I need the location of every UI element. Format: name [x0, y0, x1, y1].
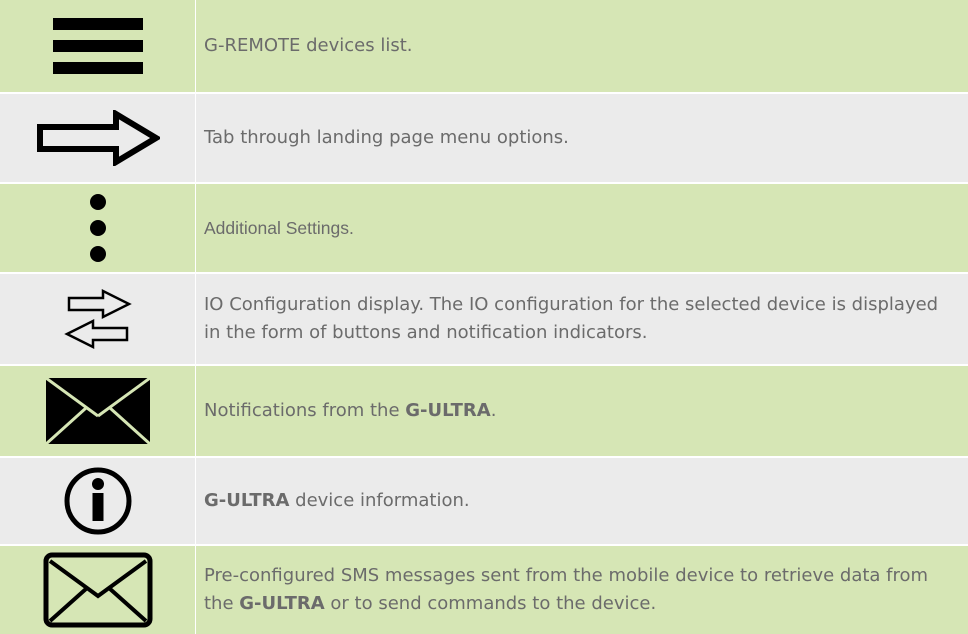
row-description: Tab through landing page menu options.	[195, 94, 968, 182]
info-circle-icon	[64, 467, 131, 535]
table-row: IO Configuration display. The IO configu…	[0, 274, 968, 364]
table-row: Pre-configured SMS messages sent from th…	[0, 546, 968, 634]
row-description: G-REMOTE devices list.	[195, 0, 968, 92]
text-after: device information.	[289, 490, 470, 511]
product-name: G-ULTRA	[204, 490, 290, 511]
row-description: Notifications from the G-ULTRA.	[195, 366, 968, 456]
text-after: .	[490, 400, 497, 421]
icon-legend-table: G-REMOTE devices list. Tab through landi…	[0, 0, 968, 634]
table-row: Tab through landing page menu options.	[0, 94, 968, 182]
text-after: or to send commands to the device.	[324, 593, 657, 614]
text-before: Notifications from the	[204, 400, 406, 421]
row-description: Pre-configured SMS messages sent from th…	[195, 546, 968, 634]
product-name: G-ULTRA	[405, 400, 491, 421]
table-row: G-REMOTE devices list.	[0, 0, 968, 92]
icon-cell	[0, 274, 195, 364]
outline-envelope-icon	[43, 552, 152, 628]
icon-cell	[0, 366, 195, 456]
row-description: Additional Settings.	[195, 184, 968, 272]
row-description: G-ULTRA device information.	[195, 458, 968, 544]
icon-cell	[0, 458, 195, 544]
right-arrow-icon	[36, 110, 160, 166]
icon-cell	[0, 546, 195, 634]
swap-arrows-icon	[63, 288, 132, 350]
vertical-dots-icon	[89, 194, 106, 262]
product-name: G-ULTRA	[239, 593, 325, 614]
table-row: Notifications from the G-ULTRA.	[0, 366, 968, 456]
hamburger-menu-icon	[52, 18, 143, 74]
row-description: IO Configuration display. The IO configu…	[195, 274, 968, 364]
filled-envelope-icon	[45, 378, 150, 444]
icon-cell	[0, 184, 195, 272]
icon-cell	[0, 0, 195, 92]
table-row: Additional Settings.	[0, 184, 968, 272]
icon-cell	[0, 94, 195, 182]
table-row: G-ULTRA device information.	[0, 458, 968, 544]
